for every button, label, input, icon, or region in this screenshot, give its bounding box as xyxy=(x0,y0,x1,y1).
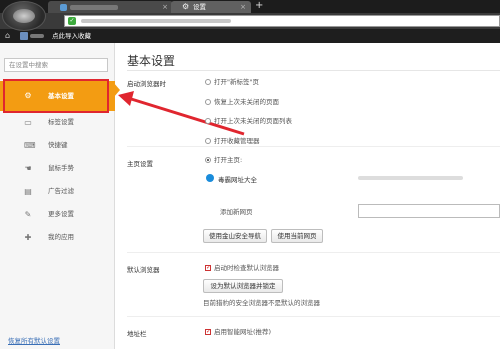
use-current-page-button[interactable]: 使用当前网页 xyxy=(271,229,323,243)
option-label: 打开"新标签"页 xyxy=(214,78,259,86)
radio-button-selected[interactable] xyxy=(205,157,211,163)
divider xyxy=(127,316,500,317)
new-tab-button[interactable]: + xyxy=(255,0,263,12)
divider xyxy=(127,252,500,253)
option-label: 打开上次未关闭的页面列表 xyxy=(214,117,292,125)
homepage-site-name: 毒霸网址大全 xyxy=(218,176,257,184)
sidebar-item-ad-filter[interactable]: ▤ 广告过滤 xyxy=(0,180,115,203)
option-label: 恢复上次未关闭的页面 xyxy=(214,98,279,106)
sidebar-item-shortcuts[interactable]: ⌨ 快捷键 xyxy=(0,134,115,157)
option-label: 启用智能网址(推荐) xyxy=(214,328,272,336)
sidebar-item-my-apps[interactable]: ✚ 我的应用 xyxy=(0,226,115,249)
browser-logo-icon[interactable] xyxy=(2,1,46,31)
new-page-url-input[interactable] xyxy=(358,204,500,218)
radio-button[interactable] xyxy=(205,118,211,124)
bookmark-blurred[interactable] xyxy=(30,34,44,38)
page-icon xyxy=(60,4,67,11)
sidebar-item-label: 鼠标手势 xyxy=(48,164,74,172)
divider xyxy=(127,146,500,147)
mouse-gesture-icon: ☚ xyxy=(24,164,32,173)
default-browser-note: 目前猎豹的安全浏览器不是默认的浏览器 xyxy=(203,299,320,307)
homepage-url-blurred xyxy=(358,176,463,180)
sidebar-item-label: 标签设置 xyxy=(48,118,74,126)
check-default-browser-option[interactable]: 启动时检查默认浏览器 xyxy=(205,264,279,272)
option-label: 打开收藏管理器 xyxy=(214,137,260,145)
sidebar-item-more-settings[interactable]: ✎ 更多设置 xyxy=(0,203,115,226)
bookmark-icon[interactable] xyxy=(20,32,28,40)
annotation-highlight-box xyxy=(3,79,109,113)
radio-button[interactable] xyxy=(205,79,211,85)
tab-bar: × ⚙ 设置 × + xyxy=(0,0,500,13)
address-bar-label: 地址栏 xyxy=(127,330,147,338)
settings-search-input[interactable]: 在设置中搜索 xyxy=(4,58,108,72)
add-new-page-label: 添加新网页 xyxy=(220,208,253,216)
wrench-icon: ✎ xyxy=(24,210,32,219)
home-icon[interactable]: ⌂ xyxy=(5,29,10,43)
close-tab-icon[interactable]: × xyxy=(162,1,168,13)
startup-option-bookmarks[interactable]: 打开收藏管理器 xyxy=(205,137,260,145)
tab-icon: ▭ xyxy=(24,118,32,127)
default-browser-label: 默认浏览器 xyxy=(127,266,160,274)
page-title: 基本设置 xyxy=(127,54,176,68)
sidebar-item-label: 更多设置 xyxy=(48,210,74,218)
sidebar-item-label: 我的应用 xyxy=(48,233,74,241)
checkbox-checked[interactable] xyxy=(205,264,211,272)
apps-icon: ✚ xyxy=(24,233,32,242)
restore-defaults-link[interactable]: 恢复所有默认设置 xyxy=(8,335,60,345)
divider xyxy=(127,70,500,71)
use-kingsoft-nav-button[interactable]: 使用金山安全导航 xyxy=(203,229,267,243)
tab-settings[interactable]: ⚙ 设置 × xyxy=(171,1,251,13)
gear-icon: ⚙ xyxy=(182,2,190,11)
url-blurred xyxy=(81,19,231,23)
address-input[interactable]: ✓ xyxy=(64,15,500,27)
tab-title-blurred xyxy=(70,4,118,10)
keyboard-icon: ⌨ xyxy=(24,141,36,150)
startup-option-restore-list[interactable]: 打开上次未关闭的页面列表 xyxy=(205,117,292,125)
sidebar-item-tab-settings[interactable]: ▭ 标签设置 xyxy=(0,111,115,134)
startup-label: 启动浏览器时 xyxy=(127,80,166,88)
tab-blurred[interactable]: × xyxy=(48,1,173,13)
startup-option-new-tab[interactable]: 打开"新标签"页 xyxy=(205,78,259,86)
address-bar-strip: ✓ xyxy=(0,13,500,29)
sidebar-item-label: 快捷键 xyxy=(48,141,68,149)
radio-button[interactable] xyxy=(205,138,211,144)
smart-url-option[interactable]: 启用智能网址(推荐) xyxy=(205,328,271,336)
secure-check-icon: ✓ xyxy=(68,17,76,25)
checkbox-checked[interactable] xyxy=(205,328,211,336)
set-default-browser-button[interactable]: 设为默认浏览器并锁定 xyxy=(203,279,283,293)
bookmark-bar: ⌂ 点此导入收藏 xyxy=(0,29,500,43)
sidebar-item-label: 广告过滤 xyxy=(48,187,74,195)
option-label: 启动时检查默认浏览器 xyxy=(214,264,279,272)
close-tab-icon[interactable]: × xyxy=(240,1,246,13)
tab-label: 设置 xyxy=(193,3,206,11)
startup-option-homepage[interactable]: 打开主页: xyxy=(205,156,242,164)
option-label: 打开主页: xyxy=(214,156,243,164)
ad-filter-icon: ▤ xyxy=(24,187,32,196)
import-bookmarks-link[interactable]: 点此导入收藏 xyxy=(52,29,91,43)
homepage-label: 主页设置 xyxy=(127,160,153,168)
homepage-entry[interactable]: 毒霸网址大全 xyxy=(206,174,257,184)
startup-option-restore[interactable]: 恢复上次未关闭的页面 xyxy=(205,98,279,106)
sidebar-item-mouse-gestures[interactable]: ☚ 鼠标手势 xyxy=(0,157,115,180)
radio-button[interactable] xyxy=(205,99,211,105)
site-globe-icon xyxy=(206,174,214,182)
